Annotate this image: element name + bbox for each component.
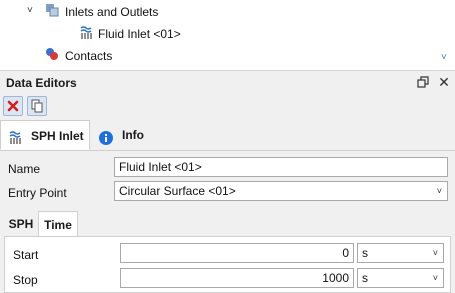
start-label: Start [13, 248, 39, 262]
stop-unit-select[interactable]: s ˅ [357, 268, 444, 288]
delete-button[interactable] [3, 96, 23, 116]
stop-input[interactable]: 1000 [120, 268, 354, 288]
fluid-inlet-icon [78, 25, 94, 41]
start-unit-select[interactable]: s ˅ [357, 243, 444, 263]
chevron-down-icon[interactable]: ˅ [27, 5, 33, 16]
entry-point-label: Entry Point [8, 186, 67, 200]
tab-label: Info [122, 128, 144, 142]
tab-info[interactable]: Info [92, 120, 156, 150]
project-tree: ˅ Inlets and Outlets Fluid Inlet <01> Co… [0, 0, 455, 70]
tab-label: SPH Inlet [31, 129, 84, 143]
tree-item-inlets-outlets[interactable]: Inlets and Outlets [65, 5, 158, 19]
stop-unit-value: s [362, 271, 368, 285]
sub-tabs: SPH Time [4, 211, 451, 237]
chevron-down-icon: ˅ [432, 273, 438, 283]
scroll-down-icon[interactable]: ˅ [441, 52, 447, 63]
editor-tabs: SPH Inlet Info [0, 120, 455, 151]
chevron-down-icon: ˅ [432, 248, 438, 258]
editor-toolbar [0, 94, 455, 120]
info-icon [98, 127, 114, 145]
tab-sph-inlet[interactable]: SPH Inlet [0, 120, 90, 150]
restore-window-icon[interactable] [415, 74, 431, 90]
tree-item-contacts[interactable]: Contacts [65, 49, 112, 63]
chevron-down-icon: ˅ [436, 186, 442, 196]
start-input[interactable]: 0 [120, 243, 354, 263]
contacts-icon [44, 46, 60, 62]
fluid-inlet-icon [7, 127, 23, 144]
entry-point-select[interactable]: Circular Surface <01> ˅ [114, 181, 448, 201]
data-editors-header: Data Editors ✕ [0, 70, 455, 95]
inlets-outlets-icon [44, 2, 60, 18]
tab-time[interactable]: Time [38, 211, 78, 237]
copy-button[interactable] [27, 96, 47, 116]
tree-item-fluid-inlet[interactable]: Fluid Inlet <01> [98, 27, 181, 41]
name-field[interactable]: Fluid Inlet <01> [114, 157, 448, 177]
name-label: Name [8, 162, 41, 176]
stop-label: Stop [13, 273, 38, 287]
close-panel-icon[interactable]: ✕ [436, 74, 452, 90]
entry-point-value: Circular Surface <01> [119, 184, 236, 198]
panel-title: Data Editors [6, 76, 77, 90]
start-unit-value: s [362, 246, 368, 260]
tab-sph[interactable]: SPH [4, 211, 38, 237]
